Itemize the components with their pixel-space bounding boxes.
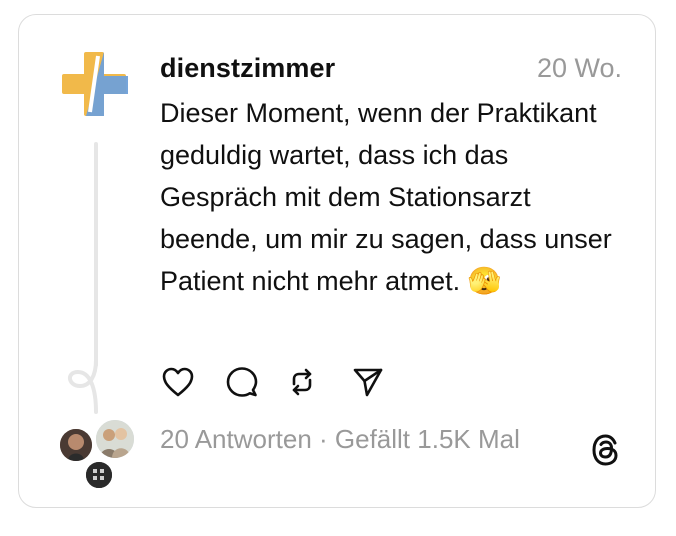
logo-badge-icon xyxy=(86,462,112,488)
stats-separator: · xyxy=(311,424,335,454)
like-button[interactable] xyxy=(160,364,196,400)
reply-button[interactable] xyxy=(224,364,260,400)
threads-logo-icon[interactable] xyxy=(588,432,624,468)
group-photo-icon xyxy=(96,420,134,458)
likes-count[interactable]: Gefällt 1.5K Mal xyxy=(335,424,520,454)
replier-avatar[interactable] xyxy=(58,427,94,463)
replier-avatar[interactable] xyxy=(94,418,136,460)
heart-icon xyxy=(162,367,194,397)
repost-button[interactable] xyxy=(284,364,320,400)
share-button[interactable] xyxy=(350,364,386,400)
username[interactable]: dienstzimmer xyxy=(160,53,335,84)
comment-icon xyxy=(226,367,258,397)
post-stats: 20 Antworten · Gefällt 1.5K Mal xyxy=(160,424,520,455)
send-icon xyxy=(353,368,383,397)
post-timestamp[interactable]: 20 Wo. xyxy=(537,53,622,84)
thread-loop-icon xyxy=(68,358,98,414)
avatar-medical-cross-icon[interactable] xyxy=(60,48,132,120)
post-text: Dieser Moment, wenn der Praktikant gedul… xyxy=(160,98,612,296)
person-photo-icon xyxy=(60,429,92,461)
replies-count[interactable]: 20 Antworten xyxy=(160,424,312,454)
repost-icon xyxy=(292,368,312,396)
thread-line xyxy=(94,142,98,367)
replier-avatar[interactable] xyxy=(84,460,114,490)
